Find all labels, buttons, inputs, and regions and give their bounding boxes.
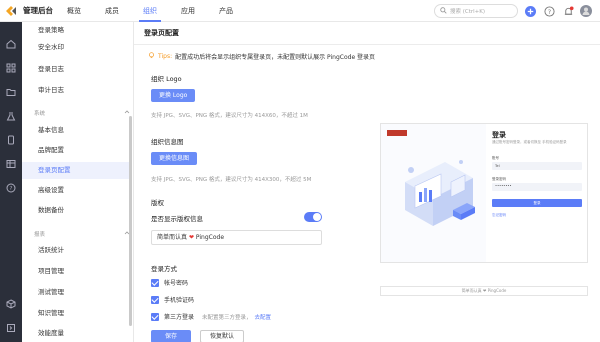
- preview-account-value: Tel: [495, 163, 500, 168]
- expand-icon[interactable]: [5, 322, 17, 334]
- help-icon[interactable]: ?: [543, 5, 555, 17]
- question-icon[interactable]: ?: [5, 182, 17, 194]
- nav-products[interactable]: 产品: [219, 0, 233, 22]
- top-bar: 管理后台 概览 成员 组织 应用 产品 搜索 (Ctrl+K) ?: [0, 0, 600, 22]
- method-password[interactable]: 帐号密码: [151, 278, 188, 287]
- copyright-toggle-label: 是否显示版权信息: [151, 215, 203, 223]
- preview-footer: 简单而认真 ❤ PingCode: [380, 286, 588, 296]
- divider: [134, 44, 600, 45]
- sidebar-item-brand[interactable]: 品牌配置: [22, 142, 130, 159]
- sidebar-item-test-mgmt[interactable]: 测试管理: [22, 284, 130, 301]
- sidebar-group-report[interactable]: 报表: [34, 230, 130, 238]
- table-icon[interactable]: [5, 158, 17, 170]
- preview-title: 登录: [492, 131, 506, 139]
- copyright-input[interactable]: 简单而认真 ❤ PingCode: [151, 230, 322, 245]
- preview-account-label: 账号: [492, 156, 499, 160]
- preview-form-panel: 登录 通过账号密码登录，或者切换至 手机验证码登录 账号 Tel 登录密码 ••…: [486, 124, 587, 262]
- copyright-suffix: PingCode: [195, 234, 225, 241]
- nav-members[interactable]: 成员: [105, 0, 119, 22]
- sidebar-scrollbar[interactable]: [129, 116, 132, 326]
- sidebar-item-project-mgmt[interactable]: 项目管理: [22, 263, 130, 280]
- method-third-party[interactable]: 第三方登录 未配置第三方登录， 去配置: [151, 312, 271, 321]
- checkbox[interactable]: [151, 312, 159, 321]
- app-title: 管理后台: [23, 6, 53, 15]
- avatar[interactable]: [580, 5, 592, 17]
- cube-icon[interactable]: [5, 298, 17, 310]
- isometric-illustration: [405, 160, 475, 226]
- sidebar-item-login-policy[interactable]: 登录策略: [22, 22, 130, 39]
- bell-icon[interactable]: [562, 5, 574, 17]
- reset-default-button[interactable]: 恢复默认: [200, 330, 244, 342]
- preview-login-button-label: 登录: [533, 201, 541, 205]
- preview-logo: [387, 130, 407, 136]
- preview-subtitle: 通过账号密码登录，或者切换至 手机验证码登录: [492, 140, 567, 144]
- sidebar-group-system[interactable]: 系统: [34, 109, 130, 117]
- info-image-label: 组织信息图: [151, 138, 184, 146]
- copyright-label: 版权: [151, 199, 164, 207]
- method-label: 帐号密码: [164, 280, 189, 287]
- sidebar-item-advanced[interactable]: 高级设置: [22, 182, 130, 199]
- sidebar-item-efficiency[interactable]: 效能度量: [22, 325, 130, 342]
- home-icon[interactable]: [5, 38, 17, 50]
- folder-icon[interactable]: [5, 86, 17, 98]
- nav-overview[interactable]: 概览: [67, 0, 81, 22]
- sidebar-item-backup[interactable]: 数据备份: [22, 202, 130, 219]
- search-box[interactable]: 搜索 (Ctrl+K): [434, 4, 518, 18]
- top-nav: 概览 成员 组织 应用 产品: [67, 0, 257, 22]
- method-sms[interactable]: 手机验证码: [151, 295, 194, 304]
- preview-illustration-panel: [381, 124, 486, 262]
- search-placeholder: 搜索 (Ctrl+K): [450, 9, 486, 15]
- sidebar-item-basic-info[interactable]: 基本信息: [22, 122, 130, 139]
- checkbox[interactable]: [151, 278, 159, 287]
- tip-text: 配置成功后将会显示组织专属登录页，未配置则默认展示 PingCode 登录页: [175, 54, 376, 61]
- preview-password-field: ••••••••: [492, 183, 582, 191]
- configure-link[interactable]: 去配置: [255, 313, 272, 321]
- checkbox[interactable]: [151, 295, 159, 304]
- login-methods-label: 登录方式: [151, 265, 177, 273]
- change-info-image-button[interactable]: 更换信息图: [151, 152, 198, 165]
- preview-forgot-link: 忘记密码: [492, 213, 506, 217]
- preview-account-field: Tel: [492, 162, 582, 170]
- sidebar: 登录策略 安全水印 登录日志 审计日志 系统 基本信息 品牌配置 登录页配置 高…: [22, 22, 134, 342]
- device-icon[interactable]: [5, 134, 17, 146]
- copyright-toggle[interactable]: [304, 212, 322, 222]
- sidebar-item-login-page[interactable]: 登录页配置: [22, 162, 130, 179]
- preview-login-button: 登录: [492, 199, 582, 207]
- lightbulb-icon: [148, 52, 155, 61]
- nav-applications[interactable]: 应用: [181, 0, 195, 22]
- app-rail: ?: [0, 22, 22, 342]
- tip-banner: Tips: 配置成功后将会显示组织专属登录页，未配置则默认展示 PingCode…: [148, 52, 375, 61]
- logo-hint: 支持 JPG、SVG、PNG 格式，建议尺寸为 414X60，不超过 1M: [151, 113, 308, 119]
- sidebar-item-watermark[interactable]: 安全水印: [22, 39, 130, 56]
- svg-text:?: ?: [10, 186, 13, 192]
- nav-organization[interactable]: 组织: [139, 0, 161, 22]
- page-title: 登录页配置: [144, 29, 179, 37]
- login-preview: 登录 通过账号密码登录，或者切换至 手机验证码登录 账号 Tel 登录密码 ••…: [380, 123, 588, 263]
- tip-label: Tips:: [158, 53, 173, 60]
- save-button[interactable]: 保存: [151, 330, 191, 342]
- sidebar-item-login-log[interactable]: 登录日志: [22, 61, 130, 78]
- add-icon[interactable]: [524, 5, 536, 17]
- search-icon: [440, 6, 447, 16]
- svg-text:?: ?: [547, 7, 550, 15]
- preview-password-label: 登录密码: [492, 177, 506, 181]
- copyright-prefix: 简单而认真: [157, 234, 188, 241]
- sidebar-group-label: 系统: [34, 111, 46, 117]
- heart-icon: ❤: [188, 234, 194, 241]
- third-party-note: 未配置第三方登录，: [202, 314, 252, 321]
- method-label: 手机验证码: [164, 297, 195, 304]
- flask-icon[interactable]: [5, 110, 17, 122]
- main-panel: 登录页配置 Tips: 配置成功后将会显示组织专属登录页，未配置则默认展示 Pi…: [134, 22, 600, 342]
- preview-password-value: ••••••••: [495, 184, 512, 188]
- grid-icon[interactable]: [5, 62, 17, 74]
- sidebar-group-label: 报表: [34, 232, 46, 238]
- info-image-hint: 支持 JPG、SVG、PNG 格式，建议尺寸为 414X300，不超过 5M: [151, 177, 312, 183]
- app-logo-icon[interactable]: [0, 0, 22, 22]
- change-logo-button[interactable]: 更换 Logo: [151, 89, 196, 102]
- sidebar-item-audit-log[interactable]: 审计日志: [22, 82, 130, 99]
- sidebar-item-knowledge-mgmt[interactable]: 知识管理: [22, 305, 130, 322]
- method-label: 第三方登录: [164, 314, 195, 321]
- logo-label: 组织 Logo: [151, 75, 182, 83]
- sidebar-item-active-stats[interactable]: 活跃统计: [22, 242, 130, 259]
